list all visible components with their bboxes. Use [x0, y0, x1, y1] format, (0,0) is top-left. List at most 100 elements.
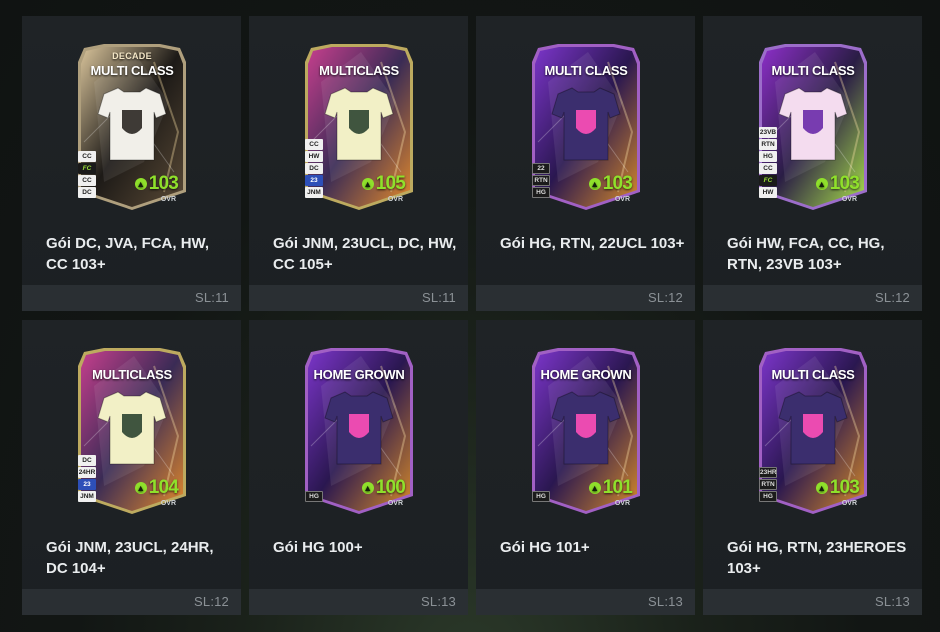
pack-name: Gói HG 100+ [273, 539, 363, 556]
class-badge: DC [78, 455, 96, 466]
pack-card-image: MULTI CLASS 22 RTN HG ▲ 103 OVR [528, 42, 644, 212]
card-ovr: ▲ 103 [815, 173, 860, 195]
class-badge: RTN [532, 175, 550, 186]
class-badge: 23 [78, 479, 96, 490]
pack-card-image: MULTICLASS DC 24HR 23 JNM ▲ 104 OVR [74, 346, 190, 516]
pack-tile-5[interactable]: MULTICLASS DC 24HR 23 JNM ▲ 104 OVR Gói JNM,… [22, 320, 241, 615]
class-badge: HW [759, 187, 777, 198]
card-title: HOME GROWN [540, 367, 632, 382]
class-badge: CC [78, 175, 96, 186]
class-badge: DC [78, 187, 96, 198]
class-badge: RTN [759, 479, 777, 490]
card-title: MULTI CLASS [544, 63, 628, 78]
ovr-label: OVR [614, 196, 630, 203]
card-class-badges: CC FC CC DC [78, 151, 98, 198]
ovr-value: 103 [602, 173, 633, 194]
card-class-badges: HG [305, 491, 325, 502]
card-ovr: ▲ 101 [588, 477, 633, 499]
arrow-up-icon: ▲ [361, 178, 374, 190]
card-ovr: ▲ 100 [361, 477, 406, 499]
pack-tile-7[interactable]: HOME GROWN HG ▲ 101 OVR Gói HG 101+ SL:13 [476, 320, 695, 615]
arrow-up-icon: ▲ [815, 482, 828, 494]
class-badge: HG [532, 491, 550, 502]
ovr-label: OVR [387, 196, 403, 203]
pack-card-image: HOME GROWN HG ▲ 101 OVR [528, 346, 644, 516]
pack-name: Gói HW, FCA, CC, HG, RTN, 23VB 103+ [727, 235, 885, 273]
pack-name: Gói HG, RTN, 23HEROES 103+ [727, 539, 907, 577]
card-class-badges: 23VB RTN HG CC FC HW [759, 127, 779, 198]
class-badge: FC [759, 175, 777, 186]
pack-stock: SL:11 [421, 290, 456, 305]
arrow-up-icon: ▲ [588, 482, 601, 494]
pack-card-image: HOME GROWN HG ▲ 100 OVR [301, 346, 417, 516]
pack-tile-6[interactable]: HOME GROWN HG ▲ 100 OVR Gói HG 100+ SL:13 [249, 320, 468, 615]
pack-card-image: MULTI CLASS 23HR RTN HG ▲ 103 OVR [755, 346, 871, 516]
class-badge: 24HR [78, 467, 96, 478]
ovr-value: 105 [375, 173, 406, 194]
ovr-value: 103 [148, 173, 179, 194]
pack-stock: SL:13 [875, 594, 910, 609]
class-badge: HG [759, 151, 777, 162]
arrow-up-icon: ▲ [588, 178, 601, 190]
pack-card-image: DECADE MULTI CLASS CC FC CC DC ▲ 103 OVR [74, 42, 190, 212]
ovr-label: OVR [387, 500, 403, 507]
pack-stock: SL:13 [648, 594, 683, 609]
class-badge: CC [759, 163, 777, 174]
card-title: HOME GROWN [313, 367, 405, 382]
card-title: MULTICLASS [92, 367, 172, 382]
pack-tile-2[interactable]: MULTICLASS CC HW DC 23 JNM ▲ 105 OVR Gói JNM,… [249, 16, 468, 311]
pack-stock: SL:13 [421, 594, 456, 609]
class-badge: HG [532, 187, 550, 198]
class-badge: HG [759, 491, 777, 502]
arrow-up-icon: ▲ [361, 482, 374, 494]
card-title: MULTICLASS [319, 63, 399, 78]
class-badge: CC [78, 151, 96, 162]
card-ovr: ▲ 103 [815, 477, 860, 499]
pack-stock: SL:11 [194, 290, 229, 305]
arrow-up-icon: ▲ [134, 482, 147, 494]
card-title: MULTI CLASS [771, 367, 855, 382]
pack-tile-4[interactable]: MULTI CLASS 23VB RTN HG CC FC HW ▲ 103 OVR Gói… [703, 16, 922, 311]
pack-tile-1[interactable]: DECADE MULTI CLASS CC FC CC DC ▲ 103 OVR Gói… [22, 16, 241, 311]
ovr-label: OVR [160, 500, 176, 507]
class-badge: FC [78, 163, 96, 174]
card-ovr: ▲ 103 [134, 173, 179, 195]
class-badge: JNM [78, 491, 96, 502]
class-badge: 22 [532, 163, 550, 174]
ovr-label: OVR [841, 500, 857, 507]
card-class-badges: CC HW DC 23 JNM [305, 139, 325, 198]
card-class-badges: 23HR RTN HG [759, 467, 779, 502]
card-ovr: ▲ 104 [134, 477, 179, 499]
ovr-value: 101 [602, 477, 633, 498]
class-badge: 23 [305, 175, 323, 186]
pack-tile-8[interactable]: MULTI CLASS 23HR RTN HG ▲ 103 OVR Gói HG, R… [703, 320, 922, 615]
card-class-badges: 22 RTN HG [532, 163, 552, 198]
class-badge: DC [305, 163, 323, 174]
ovr-label: OVR [160, 196, 176, 203]
pack-name: Gói HG, RTN, 22UCL 103+ [500, 235, 685, 252]
ovr-value: 103 [829, 477, 860, 498]
pack-name: Gói HG 101+ [500, 539, 590, 556]
class-badge: JNM [305, 187, 323, 198]
pack-name: Gói JNM, 23UCL, DC, HW, CC 105+ [273, 235, 457, 273]
class-badge: HG [305, 491, 323, 502]
class-badge: RTN [759, 139, 777, 150]
card-subtitle: DECADE [112, 51, 152, 61]
pack-name: Gói DC, JVA, FCA, HW, CC 103+ [46, 235, 210, 273]
pack-grid: DECADE MULTI CLASS CC FC CC DC ▲ 103 OVR Gói… [22, 16, 922, 615]
class-badge: 23VB [759, 127, 777, 138]
ovr-label: OVR [841, 196, 857, 203]
pack-name: Gói JNM, 23UCL, 24HR, DC 104+ [46, 539, 214, 577]
pack-stock: SL:12 [648, 290, 683, 305]
ovr-value: 104 [148, 477, 179, 498]
class-badge: HW [305, 151, 323, 162]
arrow-up-icon: ▲ [134, 178, 147, 190]
ovr-value: 100 [375, 477, 406, 498]
pack-card-image: MULTICLASS CC HW DC 23 JNM ▲ 105 OVR [301, 42, 417, 212]
class-badge: 23HR [759, 467, 777, 478]
pack-stock: SL:12 [875, 290, 910, 305]
pack-card-image: MULTI CLASS 23VB RTN HG CC FC HW ▲ 103 OVR [755, 42, 871, 212]
class-badge: CC [305, 139, 323, 150]
card-title: MULTI CLASS [90, 63, 174, 78]
pack-tile-3[interactable]: MULTI CLASS 22 RTN HG ▲ 103 OVR Gói HG, RTN… [476, 16, 695, 311]
